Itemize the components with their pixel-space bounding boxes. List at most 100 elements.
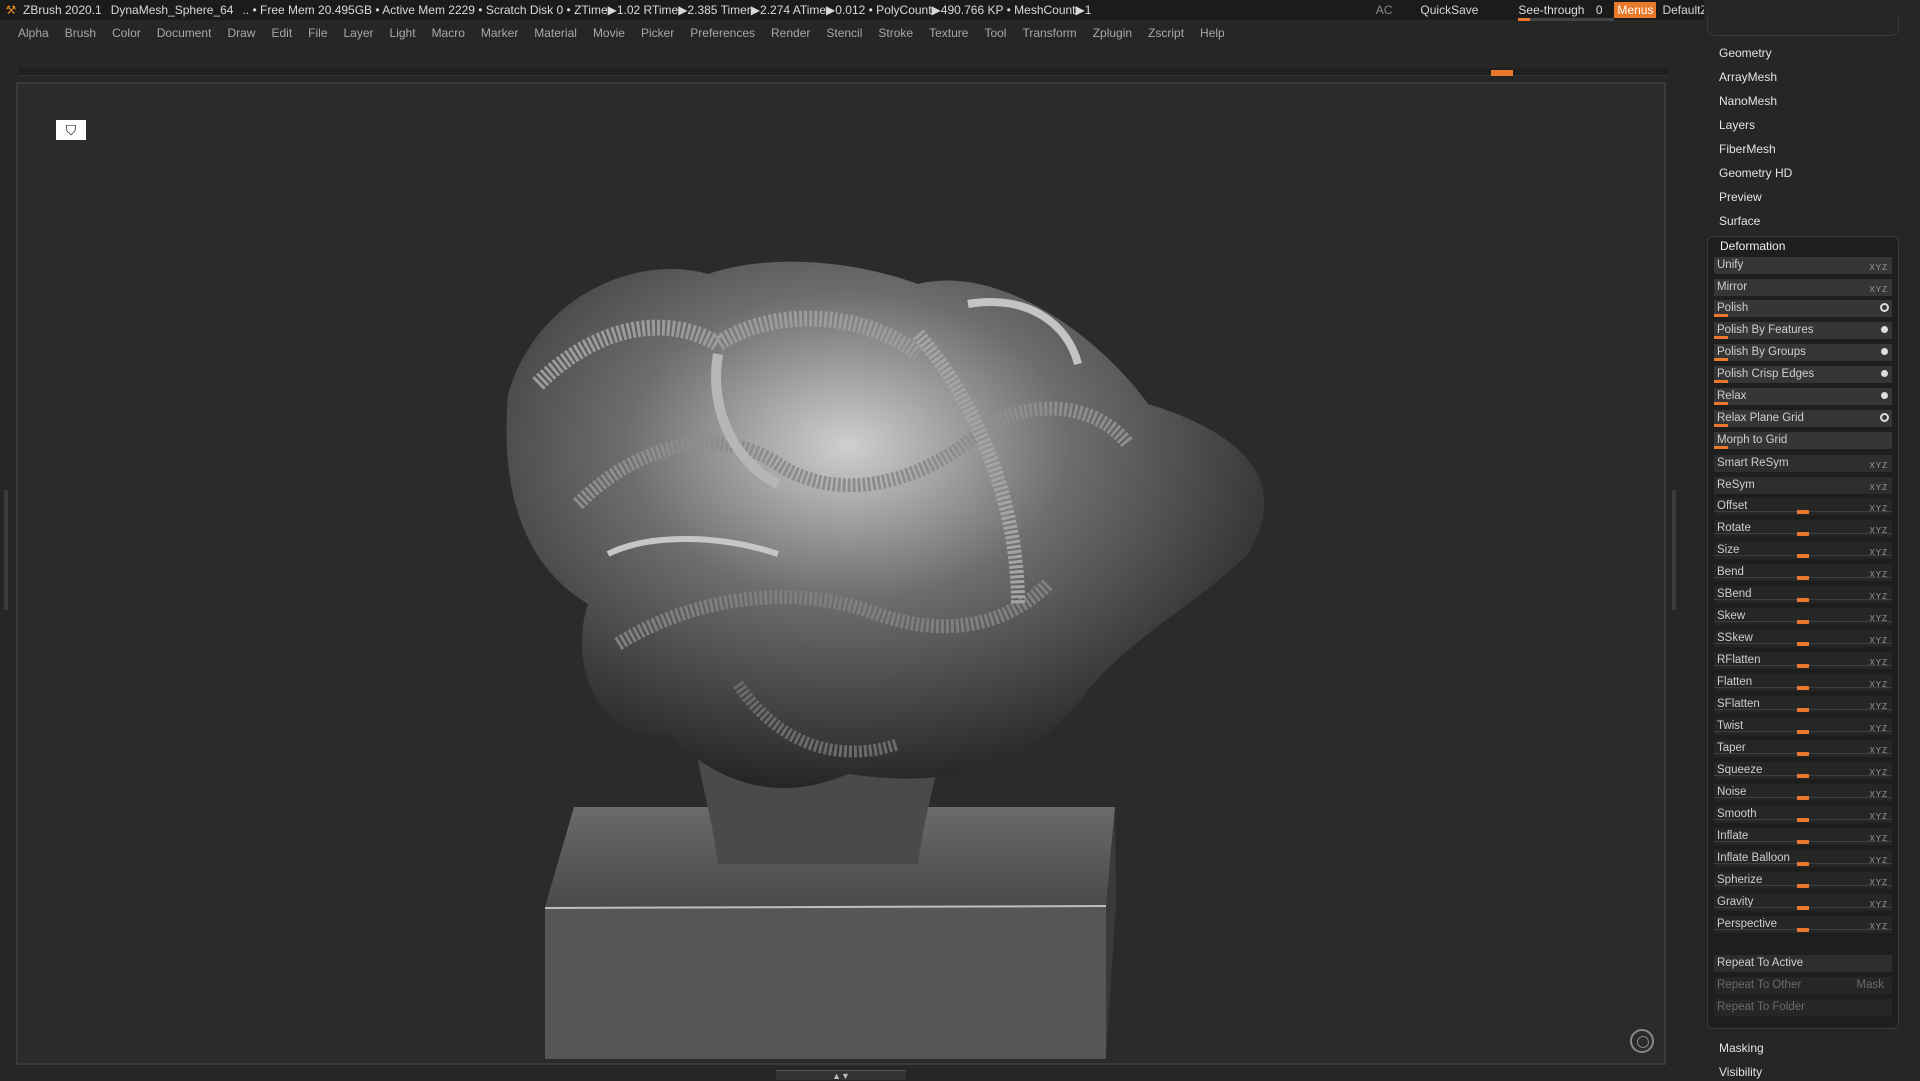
mirror-button[interactable]: Mirror XYZ xyxy=(1714,279,1892,296)
axis-xyz-icon[interactable]: XYZ xyxy=(1869,721,1888,737)
dot-toggle-icon[interactable] xyxy=(1881,370,1888,377)
size-slider[interactable]: Size XYZ xyxy=(1714,542,1892,559)
unify-button[interactable]: Unify XYZ xyxy=(1714,257,1892,274)
subpalette-geometry-hd[interactable]: Geometry HD xyxy=(1719,166,1792,180)
menu-brush[interactable]: Brush xyxy=(65,26,96,40)
bend-slider[interactable]: Bend XYZ xyxy=(1714,564,1892,581)
axis-xyz-icon[interactable]: XYZ xyxy=(1869,809,1888,825)
menu-material[interactable]: Material xyxy=(534,26,577,40)
relax-plane-grid-slider[interactable]: Relax Plane Grid xyxy=(1714,410,1892,427)
slider-knob[interactable] xyxy=(1797,796,1809,800)
repeat-to-active-button[interactable]: Repeat To Active xyxy=(1714,955,1892,972)
menu-macro[interactable]: Macro xyxy=(432,26,465,40)
menu-alpha[interactable]: Alpha xyxy=(18,26,49,40)
squeeze-slider[interactable]: Squeeze XYZ xyxy=(1714,762,1892,779)
slider-knob[interactable] xyxy=(1797,664,1809,668)
subpalette-surface[interactable]: Surface xyxy=(1719,214,1760,228)
axis-xyz-icon[interactable]: XYZ xyxy=(1869,501,1888,517)
offset-slider[interactable]: Offset XYZ xyxy=(1714,498,1892,515)
subpalette-preview[interactable]: Preview xyxy=(1719,190,1762,204)
axis-xyz-icon[interactable]: XYZ xyxy=(1869,919,1888,935)
slider-knob[interactable] xyxy=(1797,576,1809,580)
subpalette-fibermesh[interactable]: FiberMesh xyxy=(1719,142,1776,156)
menu-transform[interactable]: Transform xyxy=(1022,26,1076,40)
slider-knob[interactable] xyxy=(1797,818,1809,822)
menu-help[interactable]: Help xyxy=(1200,26,1225,40)
subpalette-nanomesh[interactable]: NanoMesh xyxy=(1719,94,1777,108)
quicksave-button[interactable]: QuickSave xyxy=(1420,3,1478,17)
axis-xyz-icon[interactable]: XYZ xyxy=(1869,480,1888,496)
subpalette-visibility[interactable]: Visibility xyxy=(1719,1065,1762,1079)
taper-slider[interactable]: Taper XYZ xyxy=(1714,740,1892,757)
slider-knob[interactable] xyxy=(1797,642,1809,646)
deformation-title[interactable]: Deformation xyxy=(1720,239,1785,253)
polish-slider[interactable]: Polish xyxy=(1714,300,1892,317)
polish-by-groups-slider[interactable]: Polish By Groups xyxy=(1714,344,1892,361)
subpalette-geometry[interactable]: Geometry xyxy=(1719,46,1772,60)
menu-render[interactable]: Render xyxy=(771,26,810,40)
axis-xyz-icon[interactable]: XYZ xyxy=(1869,853,1888,869)
ac-indicator[interactable]: AC xyxy=(1376,3,1393,17)
menu-texture[interactable]: Texture xyxy=(929,26,968,40)
menu-preferences[interactable]: Preferences xyxy=(690,26,755,40)
see-through-slider[interactable]: See-through 0 xyxy=(1506,3,1615,21)
bottom-tray-handle[interactable]: ▲▼ xyxy=(776,1070,906,1081)
subpalette-layers[interactable]: Layers xyxy=(1719,118,1755,132)
axis-xyz-icon[interactable]: XYZ xyxy=(1869,523,1888,539)
subpalette-arraymesh[interactable]: ArrayMesh xyxy=(1719,70,1777,84)
axis-xyz-icon[interactable]: XYZ xyxy=(1869,787,1888,803)
axis-xyz-icon[interactable]: XYZ xyxy=(1869,260,1888,276)
shelf-marker[interactable] xyxy=(1491,70,1513,76)
slider-knob[interactable] xyxy=(1797,862,1809,866)
menu-document[interactable]: Document xyxy=(157,26,212,40)
right-tray-handle[interactable] xyxy=(1672,490,1676,610)
polish-by-features-slider[interactable]: Polish By Features xyxy=(1714,322,1892,339)
dot-toggle-icon[interactable] xyxy=(1881,326,1888,333)
left-tray-handle[interactable] xyxy=(4,490,8,610)
dot-toggle-icon[interactable] xyxy=(1881,392,1888,399)
axis-xyz-icon[interactable]: XYZ xyxy=(1869,699,1888,715)
canvas-viewport[interactable]: ⛉ xyxy=(16,82,1666,1065)
slider-knob[interactable] xyxy=(1797,532,1809,536)
menu-stroke[interactable]: Stroke xyxy=(878,26,913,40)
sflatten-slider[interactable]: SFlatten XYZ xyxy=(1714,696,1892,713)
slider-knob[interactable] xyxy=(1797,884,1809,888)
axis-xyz-icon[interactable]: XYZ xyxy=(1869,831,1888,847)
menu-movie[interactable]: Movie xyxy=(593,26,625,40)
menu-light[interactable]: Light xyxy=(390,26,416,40)
sskew-slider[interactable]: SSkew XYZ xyxy=(1714,630,1892,647)
spherize-slider[interactable]: Spherize XYZ xyxy=(1714,872,1892,889)
smart-resym-button[interactable]: Smart ReSym XYZ xyxy=(1714,455,1892,472)
menu-edit[interactable]: Edit xyxy=(271,26,292,40)
sculpt-model[interactable] xyxy=(18,84,1668,1067)
rflatten-slider[interactable]: RFlatten XYZ xyxy=(1714,652,1892,669)
subpalette-masking[interactable]: Masking xyxy=(1719,1041,1764,1055)
axis-xyz-icon[interactable]: XYZ xyxy=(1869,611,1888,627)
menu-tool[interactable]: Tool xyxy=(984,26,1006,40)
twist-slider[interactable]: Twist XYZ xyxy=(1714,718,1892,735)
menu-zscript[interactable]: Zscript xyxy=(1148,26,1184,40)
noise-slider[interactable]: Noise XYZ xyxy=(1714,784,1892,801)
menu-picker[interactable]: Picker xyxy=(641,26,674,40)
slider-knob[interactable] xyxy=(1797,840,1809,844)
menu-zplugin[interactable]: Zplugin xyxy=(1093,26,1132,40)
flatten-slider[interactable]: Flatten XYZ xyxy=(1714,674,1892,691)
axis-xyz-icon[interactable]: XYZ xyxy=(1869,897,1888,913)
axis-xyz-icon[interactable]: XYZ xyxy=(1869,743,1888,759)
slider-knob[interactable] xyxy=(1797,598,1809,602)
slider-knob[interactable] xyxy=(1797,620,1809,624)
polish-crisp-edges-slider[interactable]: Polish Crisp Edges xyxy=(1714,366,1892,383)
menus-toggle-button[interactable]: Menus xyxy=(1614,2,1657,18)
slider-knob[interactable] xyxy=(1797,928,1809,932)
slider-knob[interactable] xyxy=(1797,708,1809,712)
slider-knob[interactable] xyxy=(1797,774,1809,778)
smooth-slider[interactable]: Smooth XYZ xyxy=(1714,806,1892,823)
relax-slider[interactable]: Relax xyxy=(1714,388,1892,405)
axis-xyz-icon[interactable]: XYZ xyxy=(1869,875,1888,891)
menu-draw[interactable]: Draw xyxy=(227,26,255,40)
skew-slider[interactable]: Skew XYZ xyxy=(1714,608,1892,625)
slider-knob[interactable] xyxy=(1797,730,1809,734)
top-shelf-ruler[interactable] xyxy=(18,68,1668,76)
axis-xyz-icon[interactable]: XYZ xyxy=(1869,765,1888,781)
inflate-slider[interactable]: Inflate XYZ xyxy=(1714,828,1892,845)
